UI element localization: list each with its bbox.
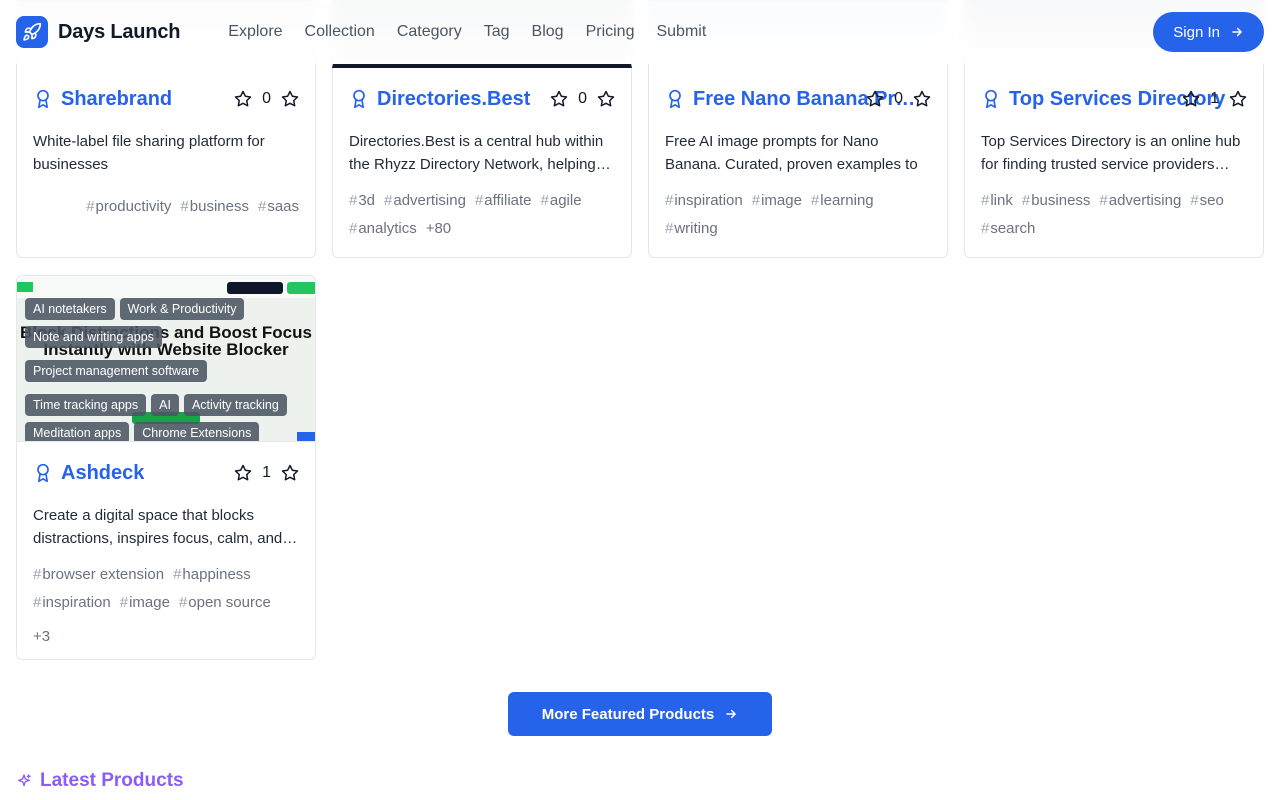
product-title[interactable]: Ashdeck — [61, 462, 144, 485]
tag-list: #inspiration #image #learning #writing — [649, 180, 947, 240]
category-pill[interactable]: AI notetakers — [25, 298, 115, 320]
star-outline-icon[interactable] — [1229, 90, 1247, 108]
sign-in-label: Sign In — [1173, 23, 1220, 41]
brand[interactable]: Days Launch — [16, 16, 180, 48]
main-nav: Explore Collection Category Tag Blog Pri… — [228, 23, 706, 41]
tag[interactable]: #business — [1022, 190, 1091, 212]
tag[interactable]: #browser extension — [33, 564, 164, 586]
award-icon — [985, 89, 997, 109]
product-card-free-nano-banana[interactable]: Free Nano Banana Pro… 0 Free AI image pr… — [648, 68, 948, 258]
tag[interactable]: #3d — [349, 190, 375, 212]
award-icon — [669, 89, 681, 109]
product-description: Top Services Directory is an online hub … — [981, 133, 1241, 173]
star-icon[interactable] — [550, 90, 568, 108]
tag[interactable]: #happiness — [173, 564, 251, 586]
category-pill[interactable]: Meditation apps — [25, 422, 130, 441]
more-featured-products-button[interactable]: More Featured Products — [508, 692, 772, 736]
category-pill[interactable]: Time tracking apps — [25, 394, 147, 416]
tag[interactable]: #agile — [541, 190, 582, 212]
tag[interactable]: #link — [981, 190, 1013, 212]
category-pill[interactable]: Project management software — [25, 360, 208, 382]
tag[interactable]: #search — [981, 218, 1035, 240]
award-icon — [37, 89, 49, 109]
more-tags-count[interactable]: +3 — [33, 626, 50, 648]
product-card-top-services[interactable]: Top Services Directory 1 Top Services Di… — [964, 68, 1264, 258]
category-pill[interactable]: Activity tracking — [183, 394, 287, 416]
product-description: Create a digital space that blocks distr… — [33, 507, 298, 547]
category-pill[interactable]: Chrome Extensions — [134, 422, 260, 441]
nav-tag[interactable]: Tag — [484, 23, 510, 41]
tag[interactable]: #affiliate — [475, 190, 532, 212]
sign-in-button[interactable]: Sign In — [1153, 12, 1264, 52]
award-icon — [37, 463, 49, 483]
tag[interactable]: #inspiration — [665, 190, 743, 212]
nav-explore[interactable]: Explore — [228, 23, 282, 41]
product-card-ashdeck[interactable]: Block Distractions and Boost Focus Insta… — [16, 275, 316, 660]
nav-collection[interactable]: Collection — [305, 23, 375, 41]
sparkles-icon — [18, 774, 31, 787]
star-outline-icon[interactable] — [913, 90, 931, 108]
tag[interactable]: #inspiration — [33, 592, 111, 614]
tag[interactable]: #saas — [258, 196, 299, 218]
more-tags-count[interactable]: +80 — [426, 218, 451, 240]
nav-submit[interactable]: Submit — [656, 23, 706, 41]
star-outline-icon[interactable] — [597, 90, 615, 108]
tag-list: #link #business #advertising #seo #searc… — [965, 180, 1263, 240]
rocket-logo-icon — [16, 16, 48, 48]
star-icon[interactable] — [866, 90, 884, 108]
latest-products-heading: Latest Products — [16, 770, 184, 792]
tag[interactable]: #productivity — [86, 196, 171, 218]
product-card-sharebrand[interactable]: Sharebrand 0 White-label file sharing pl… — [16, 68, 316, 258]
tag[interactable]: #open source — [179, 592, 271, 614]
star-count: 1 — [1210, 90, 1219, 107]
nav-category[interactable]: Category — [397, 23, 462, 41]
tag[interactable]: #business — [180, 196, 249, 218]
product-title[interactable]: Sharebrand — [61, 88, 172, 111]
product-card-directories-best[interactable]: Directories.Best 0 Directories.Best is a… — [332, 68, 632, 258]
star-count: 0 — [578, 90, 587, 107]
star-count: 0 — [262, 90, 271, 107]
arrow-right-icon — [1232, 27, 1242, 37]
tag[interactable]: #writing — [665, 218, 718, 240]
top-navbar: Days Launch Explore Collection Category … — [0, 0, 1280, 64]
nav-pricing[interactable]: Pricing — [586, 23, 635, 41]
tag-list: #browser extension #happiness #inspirati… — [17, 554, 315, 648]
tag[interactable]: #learning — [811, 190, 874, 212]
more-featured-label: More Featured Products — [541, 705, 715, 723]
star-outline-icon[interactable] — [281, 464, 299, 482]
star-icon[interactable] — [234, 90, 252, 108]
product-description: Free AI image prompts for Nano Banana. C… — [665, 133, 918, 180]
tag[interactable]: #image — [752, 190, 802, 212]
star-outline-icon[interactable] — [281, 90, 299, 108]
product-image-ashdeck[interactable]: Block Distractions and Boost Focus Insta… — [17, 276, 315, 442]
tag-list: #productivity #business #saas — [17, 180, 315, 218]
star-icon[interactable] — [234, 464, 252, 482]
star-count: 0 — [894, 90, 903, 107]
brand-name: Days Launch — [58, 20, 181, 43]
section-title: Latest Products — [40, 770, 184, 791]
award-icon — [353, 89, 365, 109]
arrow-right-icon — [726, 709, 737, 719]
star-count: 1 — [262, 464, 271, 481]
product-description: White-label file sharing platform for bu… — [33, 133, 265, 173]
category-pill[interactable]: AI — [151, 394, 179, 416]
category-pill[interactable]: Note and writing apps — [25, 326, 162, 348]
nav-blog[interactable]: Blog — [532, 23, 564, 41]
tag[interactable]: #analytics — [349, 218, 417, 240]
product-description: Directories.Best is a central hub within… — [349, 133, 611, 173]
tag[interactable]: #advertising — [1099, 190, 1181, 212]
star-icon[interactable] — [1182, 90, 1200, 108]
tag[interactable]: #seo — [1190, 190, 1224, 212]
tag[interactable]: #image — [120, 592, 170, 614]
tag[interactable]: #advertising — [384, 190, 466, 212]
tag-list: #3d #advertising #affiliate #agile #anal… — [333, 180, 631, 240]
category-pills: AI notetakers Work & Productivity Note a… — [25, 298, 307, 441]
product-title[interactable]: Directories.Best — [377, 88, 530, 111]
category-pill[interactable]: Work & Productivity — [119, 298, 245, 320]
